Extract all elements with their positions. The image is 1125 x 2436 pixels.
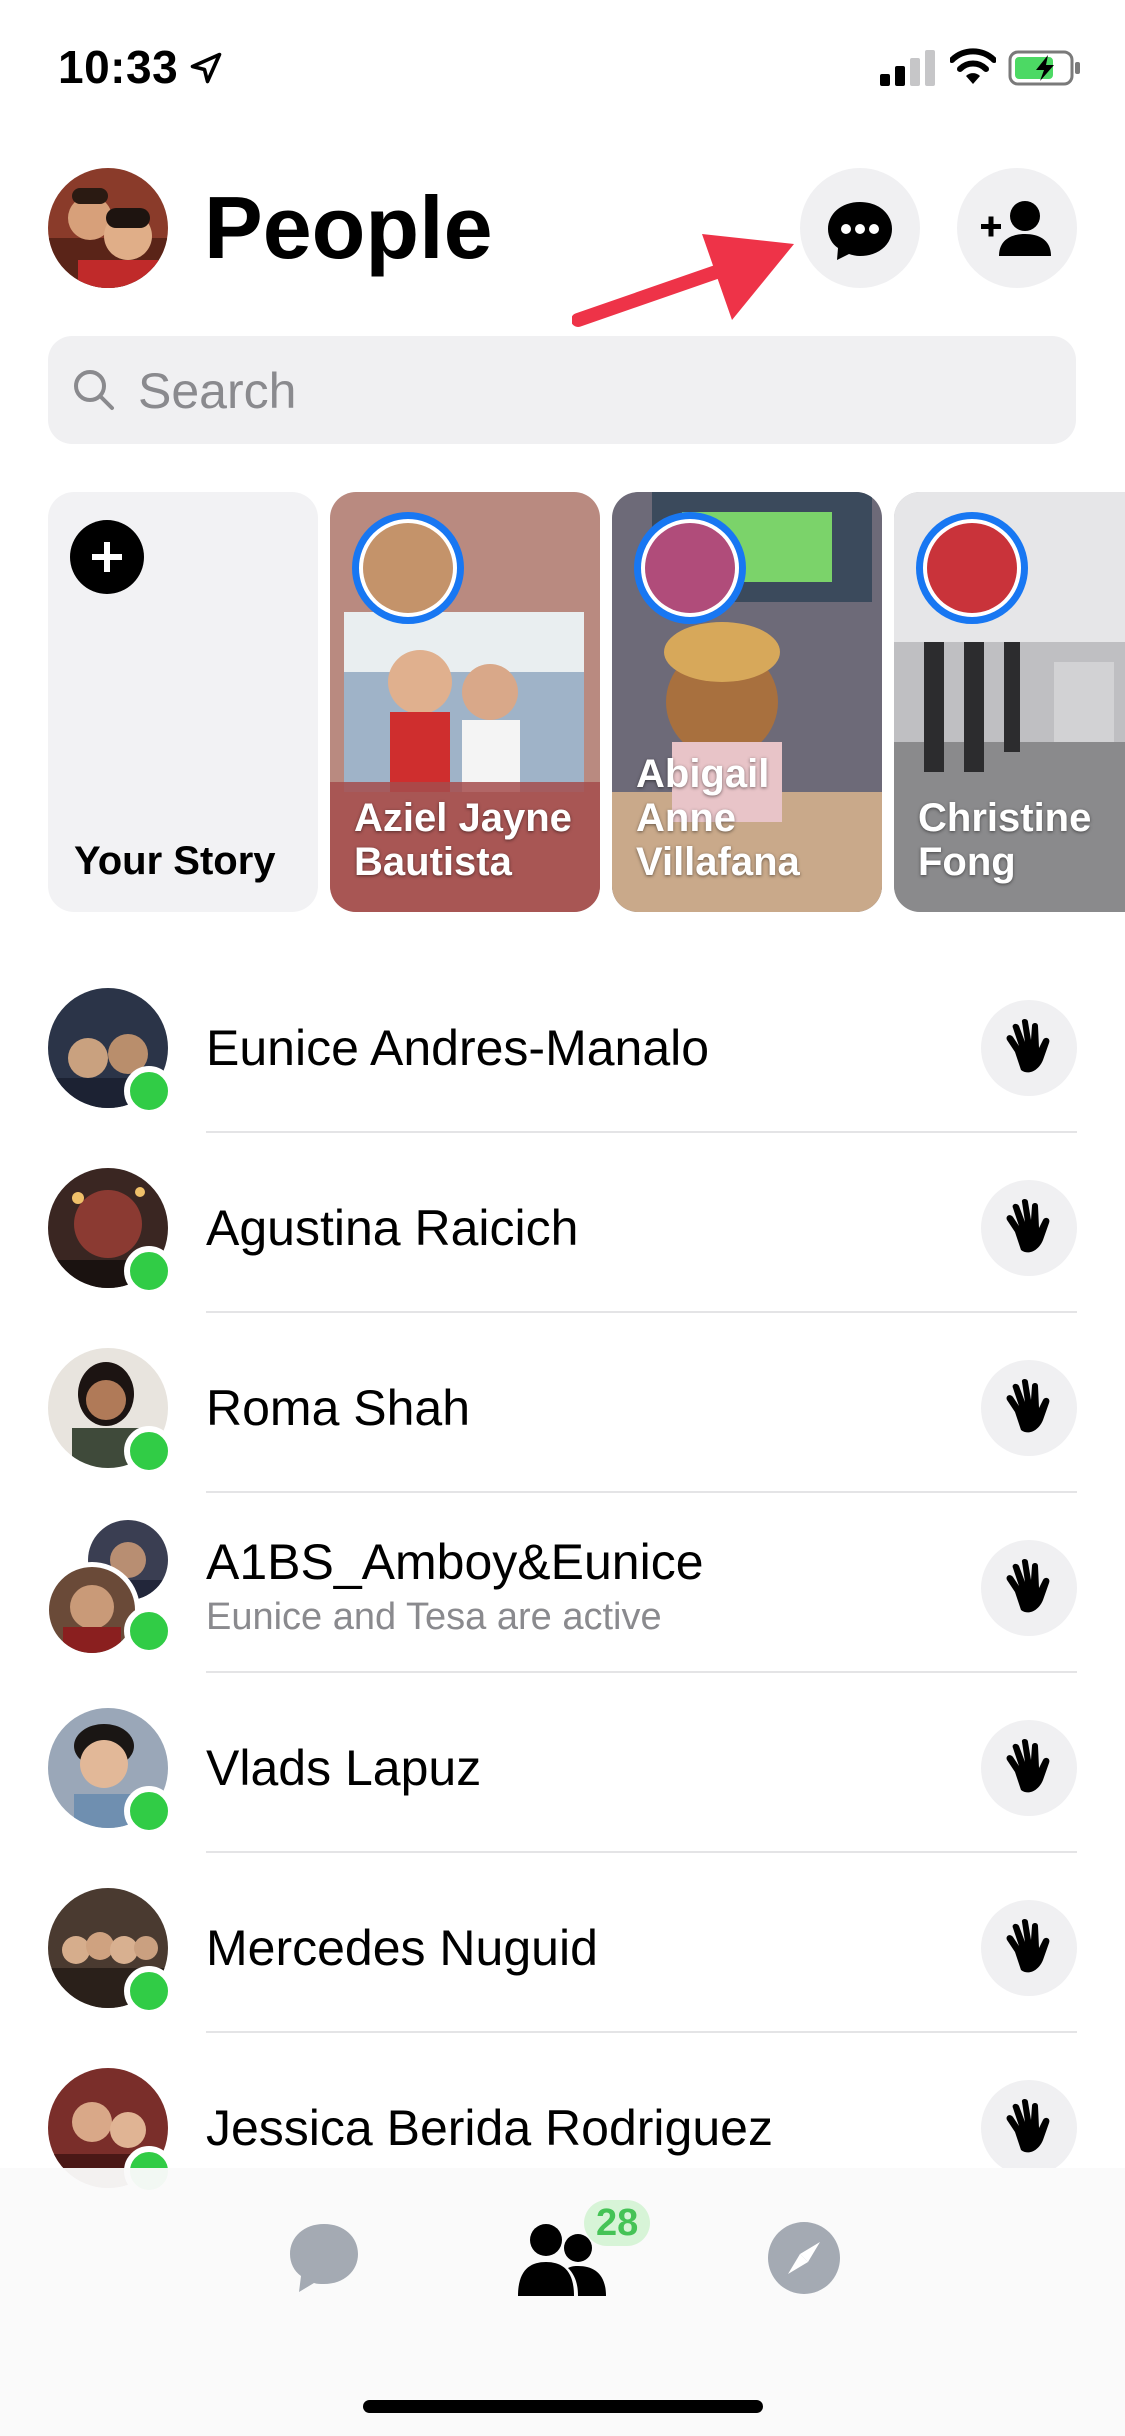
add-person-icon (981, 201, 1051, 256)
chats-tab-icon[interactable] (286, 2220, 362, 2296)
online-indicator (124, 1606, 174, 1656)
new-message-button[interactable] (800, 168, 920, 288)
my-profile-avatar[interactable] (48, 168, 168, 288)
story-card[interactable]: Aziel Jayne Bautista (330, 492, 600, 912)
group-avatar-front (44, 1562, 140, 1658)
search-bar[interactable] (48, 336, 1076, 444)
wave-icon (1006, 1199, 1050, 1253)
online-indicator (124, 1246, 174, 1296)
divider (206, 1851, 1077, 1853)
wave-button[interactable] (981, 1540, 1077, 1636)
wave-button[interactable] (981, 1720, 1077, 1816)
online-indicator (124, 1066, 174, 1116)
search-input[interactable] (136, 356, 1040, 426)
avatar-photo (48, 168, 168, 288)
add-story-button[interactable] (70, 520, 144, 594)
online-indicator (124, 1426, 174, 1476)
person-row[interactable]: Eunice Andres-Manalo (0, 978, 1125, 1158)
status-time: 10:33 (58, 41, 179, 93)
wave-icon (1006, 1379, 1050, 1433)
location-arrow-icon (190, 52, 222, 84)
online-indicator (124, 1966, 174, 2016)
person-row[interactable]: Mercedes Nuguid (0, 1878, 1125, 2058)
divider (206, 2031, 1077, 2033)
person-name: Mercedes Nuguid (206, 1920, 598, 1976)
person-name: Eunice Andres-Manalo (206, 1020, 710, 1076)
page-title: People (204, 178, 493, 277)
your-story-label: Your Story (74, 839, 276, 883)
story-name: Abigail Anne Villafana (636, 752, 800, 884)
story-name: Aziel Jayne Bautista (354, 796, 572, 884)
annotation-arrow (572, 234, 794, 327)
story-card[interactable]: Christine Fong (894, 492, 1125, 912)
plus-icon (92, 542, 122, 572)
group-name: A1BS_Amboy&Eunice (206, 1534, 704, 1590)
story-avatar-ring (916, 512, 1028, 624)
stories-row[interactable]: Your Story Aziel Jayne Bautista Abigail … (0, 492, 1125, 912)
person-name: Roma Shah (206, 1380, 471, 1436)
wave-icon (1006, 1559, 1050, 1613)
signal-icon (880, 50, 935, 86)
people-count-badge: 28 (584, 2200, 651, 2246)
divider (206, 1671, 1077, 1673)
add-contact-button[interactable] (957, 168, 1077, 288)
wave-button[interactable] (981, 1900, 1077, 1996)
story-name: Christine Fong (918, 796, 1092, 884)
story-card[interactable]: Abigail Anne Villafana (612, 492, 882, 912)
discover-tab-icon[interactable] (766, 2220, 842, 2296)
divider (206, 1311, 1077, 1313)
person-row[interactable]: Vlads Lapuz (0, 1698, 1125, 1878)
home-indicator (363, 2400, 763, 2413)
wave-button[interactable] (981, 1000, 1077, 1096)
person-name: Agustina Raicich (206, 1200, 579, 1256)
group-active-status: Eunice and Tesa are active (206, 1596, 662, 1638)
person-row[interactable]: Roma Shah (0, 1338, 1125, 1518)
wave-button[interactable] (981, 2080, 1077, 2176)
story-avatar-ring (352, 512, 464, 624)
your-story-card[interactable]: Your Story (48, 492, 318, 912)
person-row[interactable]: Agustina Raicich (0, 1158, 1125, 1338)
wave-icon (1006, 2099, 1050, 2153)
chat-bubble-icon (828, 202, 892, 260)
story-avatar-ring (634, 512, 746, 624)
battery-icon (1008, 50, 1080, 86)
status-bar: 10:33 (0, 0, 1125, 135)
online-indicator (124, 1786, 174, 1836)
divider (206, 1491, 1077, 1493)
search-icon (74, 370, 114, 410)
wifi-icon (950, 48, 996, 84)
person-name: Vlads Lapuz (206, 1740, 482, 1796)
divider (206, 1131, 1077, 1133)
tab-bar: 28 (0, 2168, 1125, 2436)
wave-icon (1006, 1919, 1050, 1973)
wave-button[interactable] (981, 1360, 1077, 1456)
wave-button[interactable] (981, 1180, 1077, 1276)
person-row[interactable]: A1BS_Amboy&Eunice Eunice and Tesa are ac… (0, 1518, 1125, 1698)
wave-icon (1006, 1739, 1050, 1793)
person-name: Jessica Berida Rodriguez (206, 2100, 773, 2156)
wave-icon (1006, 1019, 1050, 1073)
